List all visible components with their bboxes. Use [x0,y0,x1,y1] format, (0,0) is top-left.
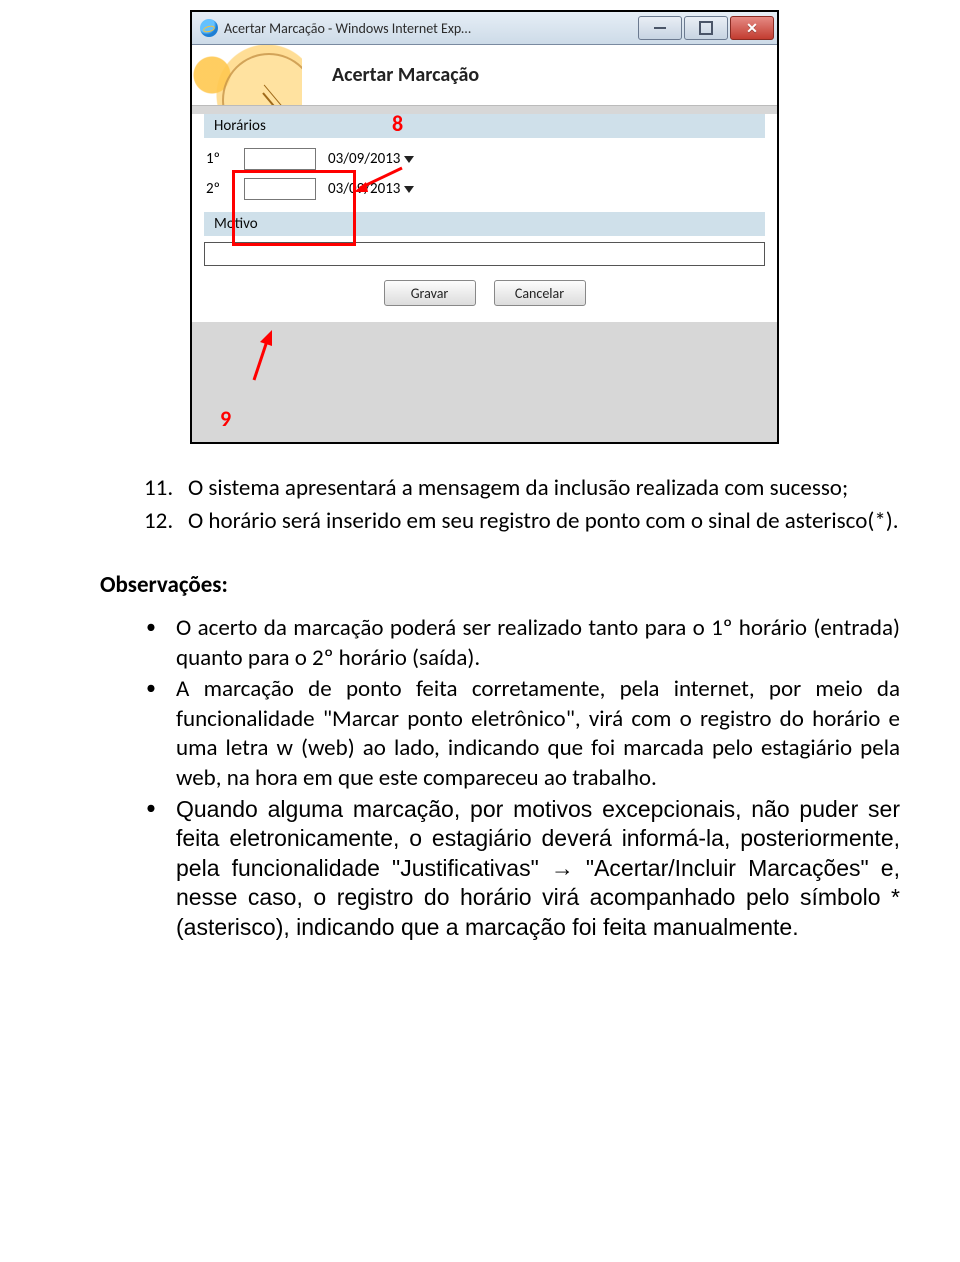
chevron-down-icon [404,186,414,193]
document-body: 11. O sistema apresentará a mensagem da … [0,444,960,942]
form-area: 8 Horários 1º 03/09/2013 [192,114,777,322]
time-input-1[interactable] [244,148,316,170]
cancel-button[interactable]: Cancelar [494,280,586,306]
date-picker-2[interactable]: 03/09/2013 [328,180,414,198]
horario-row-1: 1º 03/09/2013 [192,144,777,174]
bullet-item: • O acerto da marcação poderá ser realiz… [146,614,900,673]
save-button-label: Gravar [411,285,449,302]
observacoes-heading: Observações: [100,571,900,600]
callout-9-label: 9 [220,405,231,432]
list-number: 11. [144,474,188,503]
dialog-title: Acertar Marcação [332,63,479,87]
close-button[interactable]: ✕ [730,16,774,40]
dialog-header: Acertar Marcação [192,45,777,106]
chevron-down-icon [404,156,414,163]
time-input-2[interactable] [244,178,316,200]
bullet-text: O acerto da marcação poderá ser realizad… [176,614,900,673]
bullet-item: • Quando alguma marcação, por motivos ex… [146,795,900,942]
window-title: Acertar Marcação - Windows Internet Exp… [224,20,638,37]
clock-icon [192,45,302,105]
minimize-button[interactable] [638,16,682,40]
app-window: Acertar Marcação - Windows Internet Exp…… [190,10,779,444]
horarios-section-label: Horários [204,114,765,138]
horario-row-2: 2º 03/09/2013 [192,174,777,204]
bullet-icon: • [146,614,176,673]
ordinal-label: 1º [206,150,232,168]
motivo-section-label: Motivo [204,212,765,236]
bullet-text: Quando alguma marcação, por motivos exce… [176,795,900,942]
list-item: 11. O sistema apresentará a mensagem da … [144,474,900,503]
ordinal-label: 2º [206,180,232,198]
date-picker-1[interactable]: 03/09/2013 [328,150,414,168]
date-text: 03/09/2013 [328,150,400,168]
callout-8-label: 8 [392,110,403,137]
bullet-text: A marcação de ponto feita corretamente, … [176,675,900,793]
bullet-item: • A marcação de ponto feita corretamente… [146,675,900,793]
list-text: O sistema apresentará a mensagem da incl… [188,474,900,503]
bullet-icon: • [146,795,176,942]
list-text: O horário será inserido em seu registro … [188,507,900,536]
save-button[interactable]: Gravar [384,280,476,306]
callout-9-arrow-icon [236,328,276,388]
window-lower-area: 9 [192,322,777,442]
date-text: 03/09/2013 [328,180,400,198]
motivo-input[interactable] [204,242,765,266]
list-item: 12. O horário será inserido em seu regis… [144,507,900,536]
cancel-button-label: Cancelar [515,285,564,302]
maximize-button[interactable] [684,16,728,40]
window-titlebar: Acertar Marcação - Windows Internet Exp…… [192,12,777,45]
ie-icon [200,19,218,37]
bullet-icon: • [146,675,176,793]
list-number: 12. [144,507,188,536]
